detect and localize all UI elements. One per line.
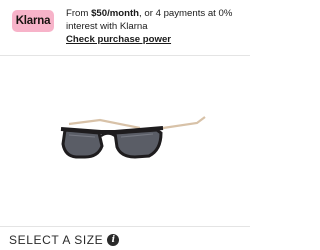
klarna-message: From $50/month, or 4 payments at 0% inte… <box>66 7 246 46</box>
size-selector-header: SELECT A SIZE i <box>9 232 120 248</box>
left-temple <box>68 118 141 130</box>
right-lens <box>113 128 163 159</box>
klarna-logo: Klarna <box>12 10 54 32</box>
info-icon[interactable]: i <box>107 234 120 246</box>
klarna-amount: $50/month <box>91 8 140 19</box>
klarna-line-1-prefix: From <box>66 8 92 19</box>
select-size-label: SELECT A SIZE <box>9 233 104 247</box>
divider-bottom <box>0 226 250 227</box>
divider-top <box>0 55 250 56</box>
sunglasses-product-image[interactable] <box>45 90 210 180</box>
check-purchase-power-link[interactable]: Check purchase power <box>66 33 246 46</box>
klarna-line-1: From $50/month, or 4 payments at 0% <box>66 7 246 20</box>
product-image-area <box>0 60 250 225</box>
klarna-line-1-suffix: , or 4 payments at 0% <box>139 8 233 19</box>
right-temple <box>162 116 206 130</box>
klarna-line-2: interest with Klarna <box>66 21 148 32</box>
left-lens <box>61 128 104 159</box>
klarna-banner: Klarna From $50/month, or 4 payments at … <box>0 0 250 48</box>
frame-bridge <box>100 132 116 138</box>
